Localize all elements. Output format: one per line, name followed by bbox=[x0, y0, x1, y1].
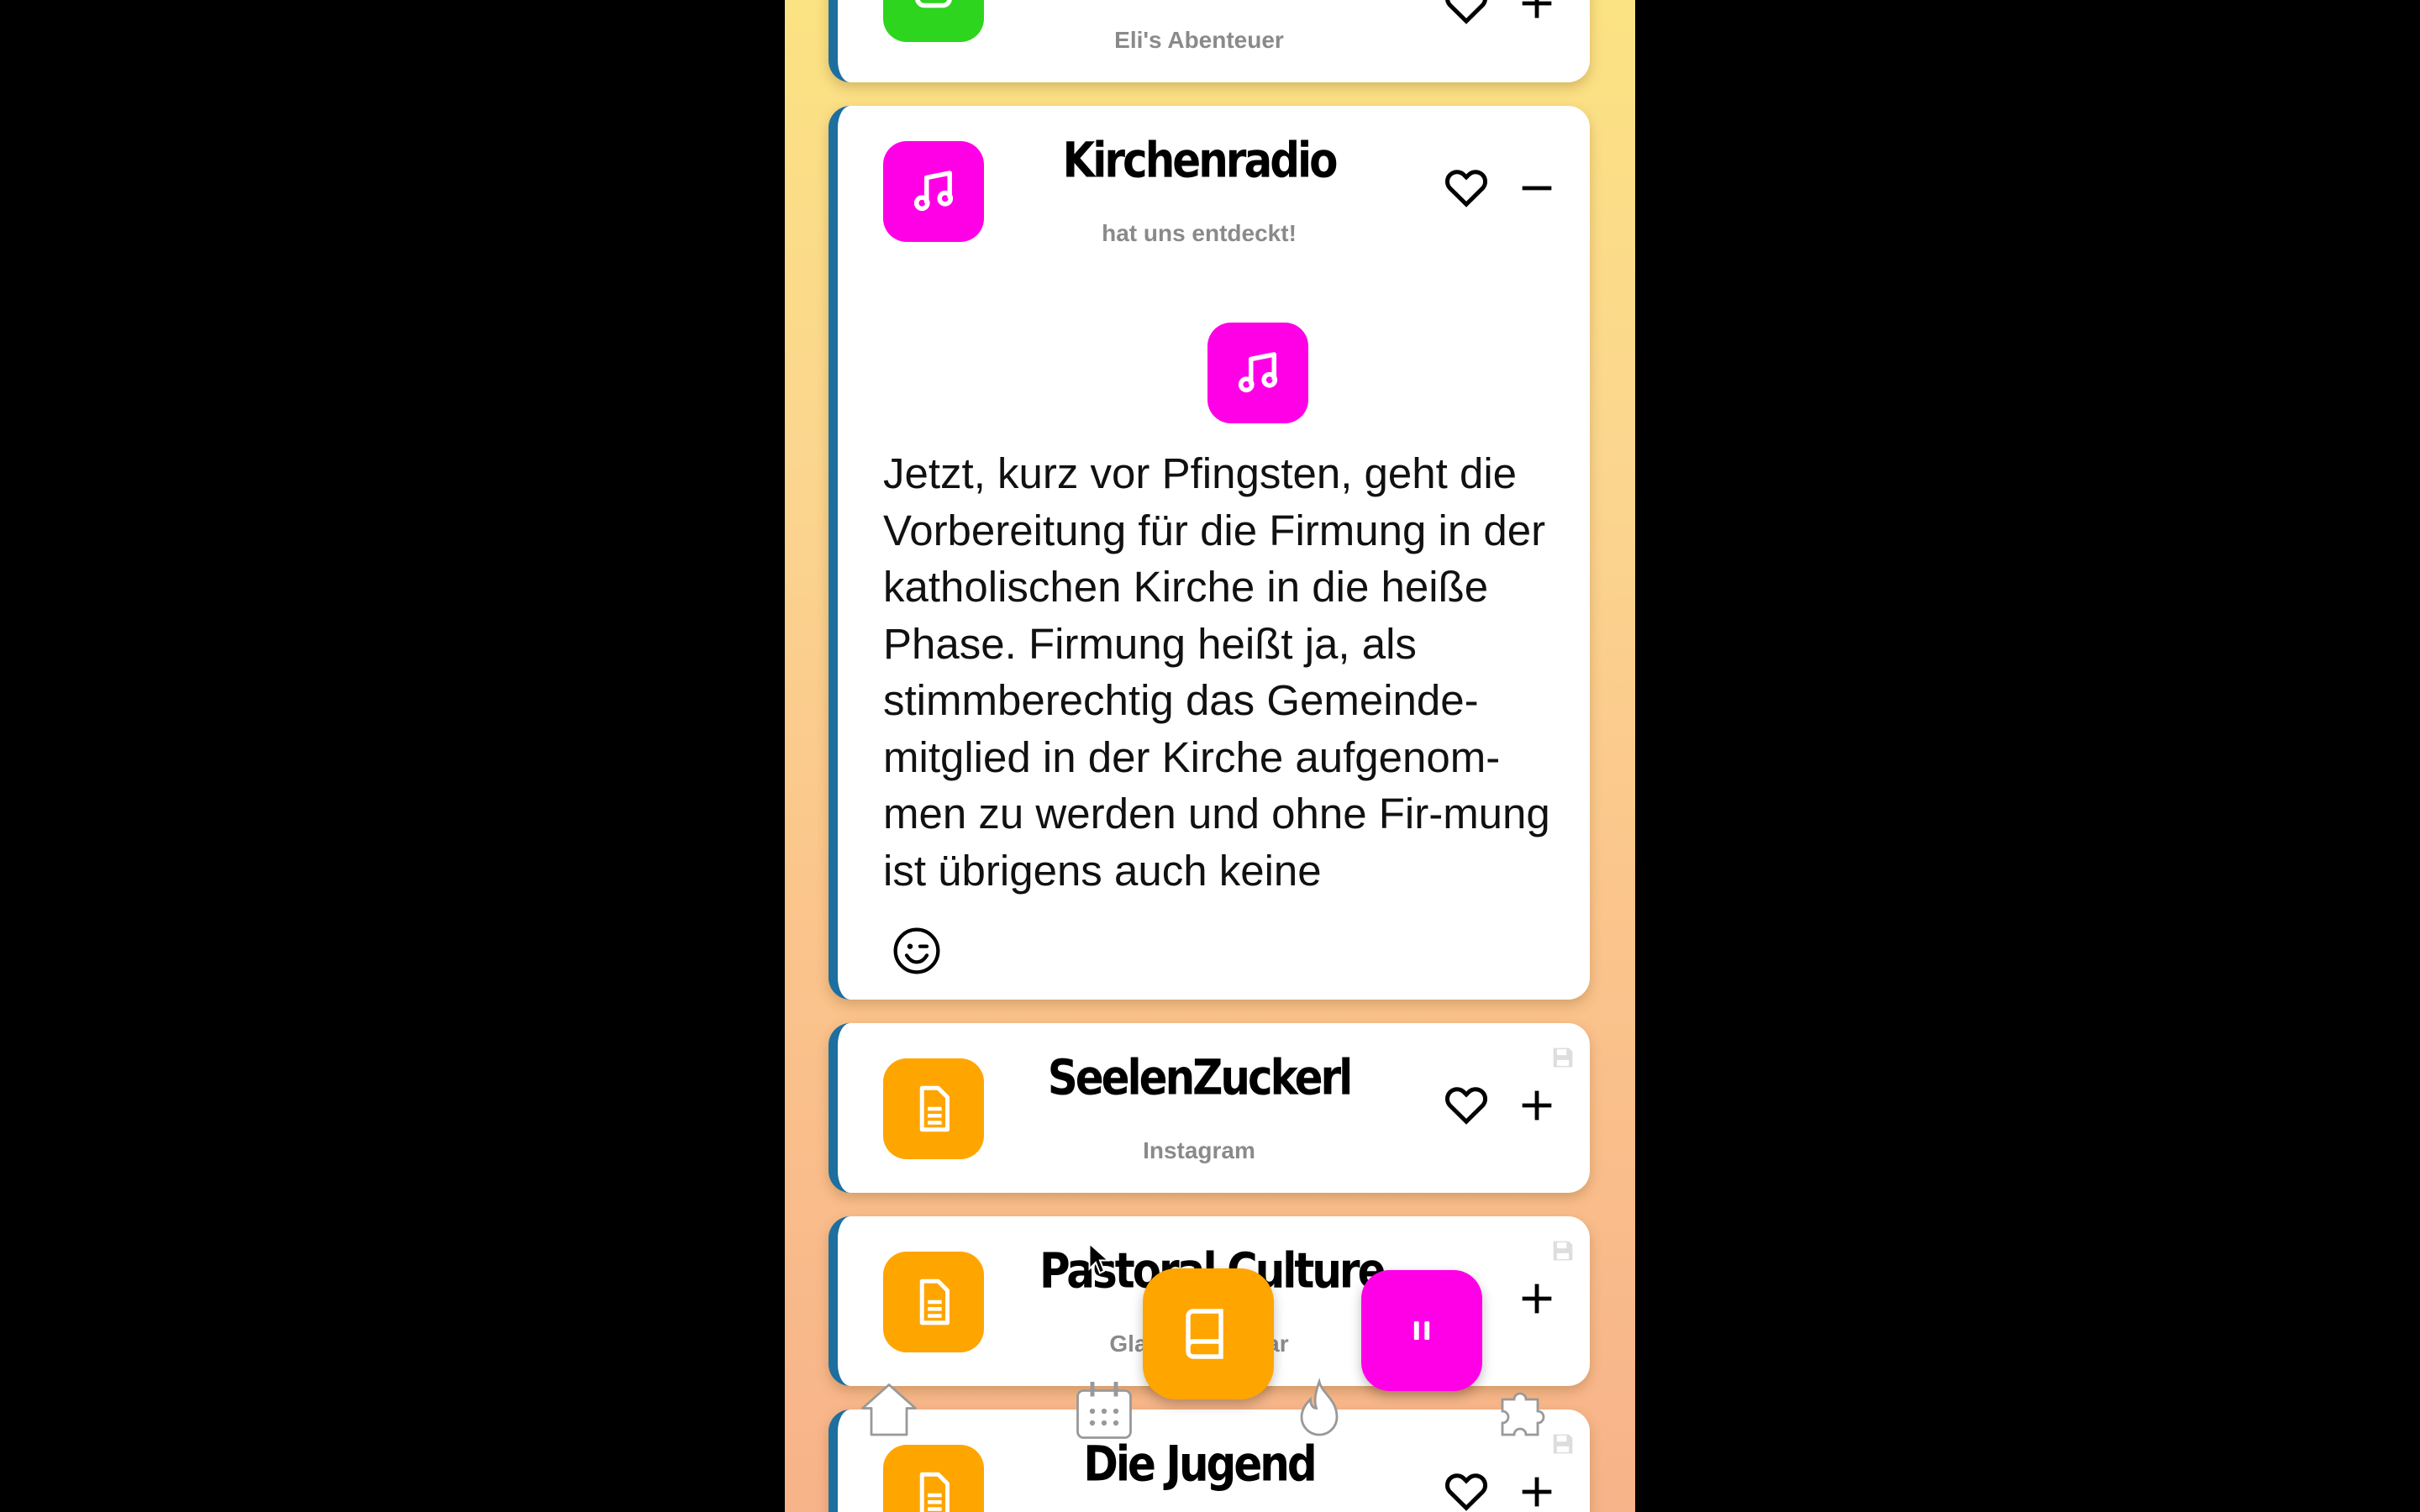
mouse-cursor-icon bbox=[1088, 1242, 1111, 1274]
heart-icon[interactable] bbox=[1441, 1079, 1491, 1129]
plus-icon[interactable] bbox=[1515, 1084, 1559, 1127]
heart-icon[interactable] bbox=[1441, 0, 1491, 29]
heart-icon[interactable] bbox=[1441, 161, 1491, 212]
card-title: SeelenZuckerl bbox=[1047, 1049, 1354, 1106]
plus-icon[interactable] bbox=[1515, 0, 1559, 25]
calendar-icon[interactable] bbox=[1069, 1376, 1139, 1446]
collapse-minus-icon[interactable] bbox=[1515, 166, 1559, 210]
card-title: Kirchenradio bbox=[1062, 132, 1339, 189]
plus-icon[interactable] bbox=[1515, 1277, 1559, 1320]
document-icon bbox=[883, 1445, 984, 1512]
book-button[interactable] bbox=[1143, 1268, 1274, 1399]
music-note-icon bbox=[883, 141, 984, 242]
save-icon[interactable] bbox=[1549, 1043, 1577, 1072]
puzzle-icon[interactable] bbox=[1491, 1376, 1561, 1446]
card-subtitle: Eli's Abenteuer bbox=[1114, 27, 1284, 53]
card-body-text: Jetzt, kurz vor Pfingsten, geht die Vorb… bbox=[883, 449, 1550, 895]
document-icon bbox=[883, 1058, 984, 1159]
content-card-elis[interactable]: Eli's Abenteuer bbox=[829, 0, 1590, 82]
flame-icon[interactable] bbox=[1284, 1376, 1355, 1446]
card-subtitle: hat uns entdeckt! bbox=[1102, 220, 1297, 246]
robot-icon bbox=[883, 0, 984, 42]
card-subtitle: Instagram bbox=[1143, 1137, 1255, 1163]
content-card-seelenzuckerl[interactable]: SeelenZuckerl Instagram bbox=[829, 1023, 1590, 1193]
document-icon bbox=[883, 1252, 984, 1352]
pause-button[interactable] bbox=[1361, 1270, 1482, 1391]
pause-icon bbox=[1413, 1321, 1430, 1340]
book-icon bbox=[1186, 1309, 1223, 1359]
plus-icon[interactable] bbox=[1515, 1470, 1559, 1512]
content-card-kirchenradio[interactable]: Kirchenradio hat uns entdeckt! Jetzt, ku… bbox=[829, 106, 1590, 1000]
music-note-icon bbox=[1207, 323, 1308, 423]
heart-icon[interactable] bbox=[1441, 1465, 1491, 1512]
home-icon[interactable] bbox=[854, 1376, 924, 1446]
save-icon[interactable] bbox=[1549, 1236, 1577, 1265]
app-screen: Eli's Abenteuer Kirchenradio hat uns ent… bbox=[785, 0, 1635, 1512]
content-card-die-jugend[interactable]: Die Jugend bbox=[829, 1410, 1590, 1512]
wink-emoji-icon bbox=[893, 927, 940, 974]
